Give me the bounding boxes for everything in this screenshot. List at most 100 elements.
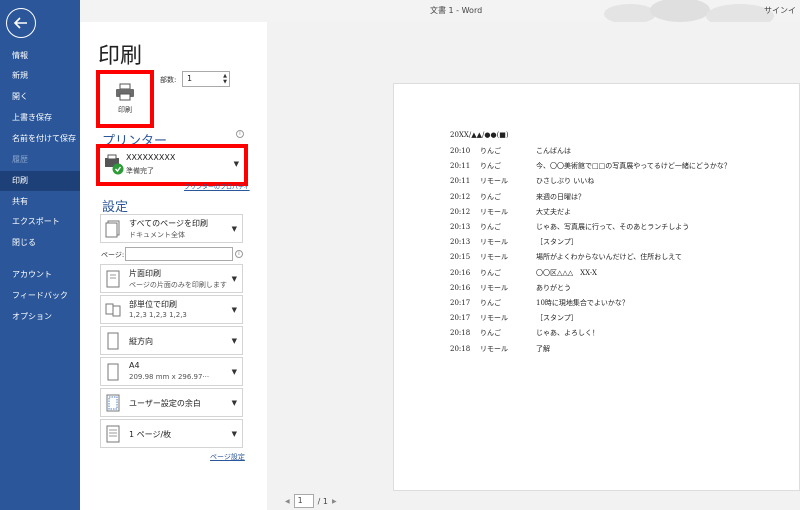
line-time: 20:17 xyxy=(450,314,471,323)
paper-icon xyxy=(107,363,119,381)
spin-arrows-icon[interactable]: ▲ ▼ xyxy=(223,73,227,85)
nav-options[interactable]: オプション xyxy=(0,307,80,327)
line-speaker: りんご xyxy=(480,299,501,307)
margins-select[interactable]: ユーザー設定の余白 ▼ xyxy=(100,388,243,417)
nav-close[interactable]: 閉じる xyxy=(0,233,80,253)
line-text: 来週の日曜は？ xyxy=(536,192,585,201)
nav-save-as[interactable]: 名前を付けて保存 xyxy=(0,129,80,149)
line-text: 場所がよくわからないんだけど、住所おしえて xyxy=(536,253,682,262)
chevron-down-icon: ▼ xyxy=(231,306,237,314)
setting-sublabel: 1,2,3 1,2,3 1,2,3 xyxy=(129,311,187,319)
current-page-input[interactable]: 1 xyxy=(293,494,314,508)
chevron-down-icon: ▼ xyxy=(231,430,237,438)
document-line: 20:10 りんご こんばんは xyxy=(450,146,571,156)
setting-sublabel: ページの片面のみを印刷します xyxy=(129,281,227,289)
document-line: 20:17 りんご 10時に現地集合でよいかな？ xyxy=(450,298,629,308)
line-speaker: リモール xyxy=(480,207,508,216)
nav-export[interactable]: エクスポート xyxy=(0,212,80,232)
back-arrow-icon xyxy=(13,17,27,29)
nav-new[interactable]: 新規 xyxy=(0,66,80,86)
setting-sublabel: ドキュメント全体 xyxy=(129,231,185,239)
line-speaker: りんご xyxy=(480,162,501,171)
chevron-down-icon: ▼ xyxy=(231,399,237,407)
line-time: 20:18 xyxy=(450,329,471,338)
pages-per-sheet-select[interactable]: 1 ページ/枚 ▼ xyxy=(100,419,243,448)
total-pages: / 1 xyxy=(317,496,328,506)
line-text: じゃあ、写真展に行って、そのあとランチしよう xyxy=(536,223,690,231)
document-line: 20:12 りんご 来週の日曜は？ xyxy=(450,192,585,202)
highlight-box xyxy=(96,70,154,128)
line-text: 今、〇〇美術館で□□の写真展やってるけど一緒にどうかな？ xyxy=(536,162,731,171)
nav-save[interactable]: 上書き保存 xyxy=(0,108,80,128)
line-text: ［スタンプ］ xyxy=(536,314,578,323)
window-title: 文書 1 - Word xyxy=(430,6,483,15)
document-line: 20:17 リモール ［スタンプ］ xyxy=(450,313,578,323)
pages-label: ページ: xyxy=(101,251,125,259)
document-line: 20:15 リモール 場所がよくわからないんだけど、住所おしえて xyxy=(450,252,682,262)
line-speaker: リモール xyxy=(480,177,508,186)
info-icon[interactable]: i xyxy=(235,250,243,258)
pages-icon xyxy=(105,220,120,238)
line-speaker: リモール xyxy=(480,238,508,247)
setting-label: 部単位で印刷 xyxy=(129,300,177,309)
line-text: 〇〇区△△△ XX-X xyxy=(536,268,597,277)
line-time: 20:12 xyxy=(450,192,471,201)
setting-sublabel: 209.98 mm x 296.97··· xyxy=(129,373,210,381)
line-speaker: りんご xyxy=(480,192,501,201)
line-speaker: りんご xyxy=(480,268,501,277)
line-time: 20:11 xyxy=(450,162,471,171)
print-range-select[interactable]: すべてのページを印刷 ドキュメント全体 ▼ xyxy=(100,214,243,243)
line-speaker: リモール xyxy=(480,253,508,262)
line-speaker: りんご xyxy=(480,223,501,231)
line-time: 20:16 xyxy=(450,283,471,292)
signin-link[interactable]: サインイ xyxy=(764,5,796,16)
line-speaker: りんご xyxy=(480,147,501,155)
line-text: 了解 xyxy=(536,344,550,353)
line-speaker: りんご xyxy=(480,329,501,338)
line-speaker: リモール xyxy=(480,283,508,292)
line-time: 20:13 xyxy=(450,238,471,247)
margins-icon xyxy=(106,394,120,412)
page-setup-link[interactable]: ページ設定 xyxy=(210,452,245,462)
document-line: 20:18 りんご じゃあ、よろしく！ xyxy=(450,328,599,338)
document-line: 20:13 りんご じゃあ、写真展に行って、そのあとランチしよう xyxy=(450,222,689,232)
line-time: 20:10 xyxy=(450,147,471,155)
setting-label: A4 xyxy=(129,361,140,370)
info-icon[interactable]: i xyxy=(236,130,244,138)
document-line: 20:12 リモール 大丈夫だよ xyxy=(450,207,571,217)
nav-feedback[interactable]: フィードバック xyxy=(0,286,80,306)
back-button[interactable] xyxy=(6,8,36,38)
chevron-down-icon: ▼ xyxy=(231,225,237,233)
pages-input[interactable] xyxy=(125,247,233,261)
nav-print[interactable]: 印刷 xyxy=(0,171,80,191)
paper-size-select[interactable]: A4 209.98 mm x 296.97··· ▼ xyxy=(100,357,243,386)
sides-select[interactable]: 片面印刷 ページの片面のみを印刷します ▼ xyxy=(100,264,243,293)
printer-properties-link[interactable]: プリンターのプロパティ xyxy=(184,182,250,191)
nav-info[interactable]: 情報 xyxy=(0,46,80,66)
line-text: 10時に現地集合でよいかな？ xyxy=(536,299,629,307)
line-speaker: リモール xyxy=(480,314,508,323)
setting-label: すべてのページを印刷 xyxy=(129,219,208,228)
setting-label: 片面印刷 xyxy=(129,269,161,278)
copies-label: 部数: xyxy=(160,76,177,84)
document-line: 20:16 リモール ありがとう xyxy=(450,283,571,293)
nav-share[interactable]: 共有 xyxy=(0,192,80,212)
portrait-icon xyxy=(107,332,119,350)
line-text: 大丈夫だよ xyxy=(536,207,571,216)
copies-stepper[interactable]: 1 ▲ ▼ xyxy=(182,71,230,87)
line-time: 20:11 xyxy=(450,177,471,186)
line-text: じゃあ、よろしく！ xyxy=(536,329,599,338)
collate-select[interactable]: 部単位で印刷 1,2,3 1,2,3 1,2,3 ▼ xyxy=(100,295,243,324)
setting-label: ユーザー設定の余白 xyxy=(129,399,201,408)
line-speaker: リモール xyxy=(480,344,508,353)
line-text: こんばんは xyxy=(536,147,571,155)
line-time: 20:18 xyxy=(450,344,471,353)
backstage-sidebar: 情報 新規 開く 上書き保存 名前を付けて保存 履歴 印刷 共有 エクスポート … xyxy=(0,0,80,510)
nav-open[interactable]: 開く xyxy=(0,87,80,107)
previous-page-icon[interactable]: ◀ xyxy=(285,498,290,505)
nav-account[interactable]: アカウント xyxy=(0,265,80,285)
line-time: 20:15 xyxy=(450,253,471,262)
orientation-select[interactable]: 縦方向 ▼ xyxy=(100,326,243,355)
next-page-icon[interactable]: ▶ xyxy=(332,498,337,505)
document-line: 20:13 リモール ［スタンプ］ xyxy=(450,237,578,247)
